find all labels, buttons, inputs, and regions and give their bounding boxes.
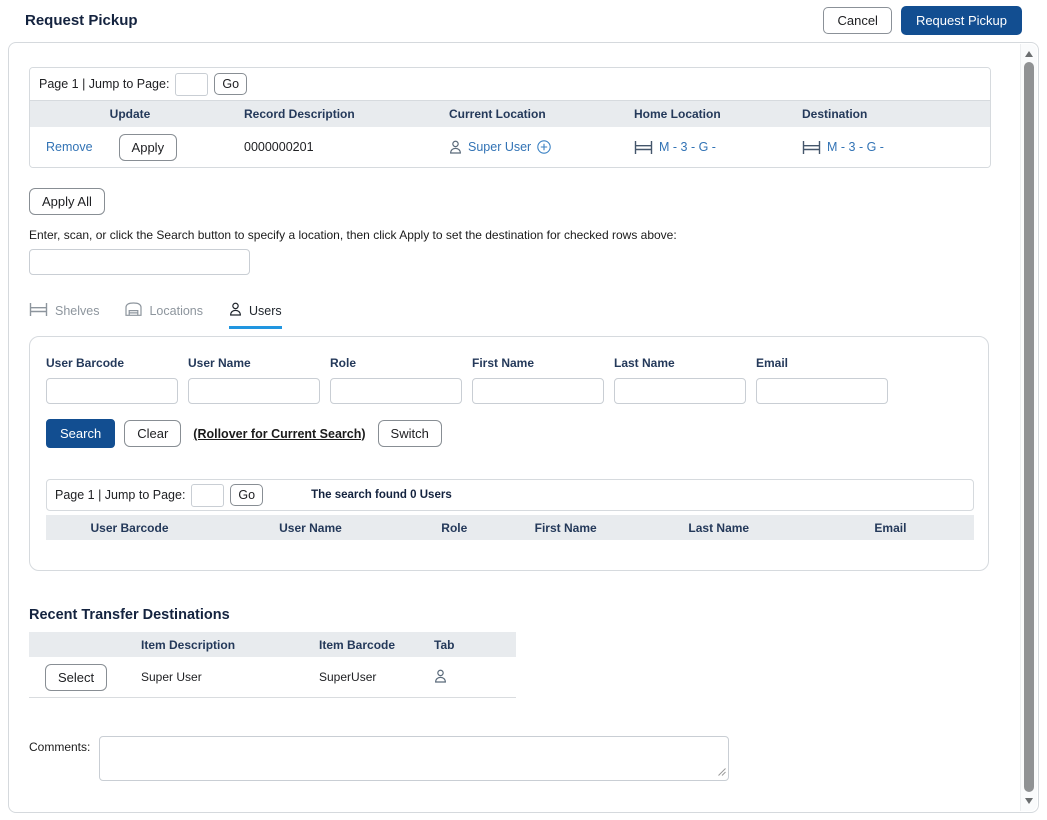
recent-transfer-destinations: Recent Transfer Destinations Item Descri… [29,607,998,698]
results-column-email: Email [807,521,974,535]
results-header-row: User Barcode User Name Role First Name L… [46,515,974,540]
table-row: Select Super User SuperUser [29,657,516,698]
recent-column-item-barcode: Item Barcode [307,638,421,652]
location-instruction: Enter, scan, or click the Search button … [29,228,998,242]
user-search-results: Page 1 | Jump to Page: Go The search fou… [46,479,974,540]
email-input[interactable] [756,378,888,404]
role-label: Role [330,356,462,370]
person-icon [229,302,242,319]
cancel-button[interactable]: Cancel [823,7,891,34]
rollover-current-search-link[interactable]: (Rollover for Current Search) [193,427,365,441]
recent-column-tab: Tab [421,638,516,652]
user-name-label: User Name [188,356,320,370]
remove-link[interactable]: Remove [46,140,93,154]
scrollbar-thumb[interactable] [1024,62,1034,792]
email-label: Email [756,356,888,370]
tab-label: Shelves [55,304,99,318]
column-header-home-location: Home Location [620,101,788,127]
column-header-current-location: Current Location [435,101,620,127]
top-bar: Request Pickup Cancel Request Pickup [0,0,1047,41]
comments-section: Comments: [29,736,998,786]
tab-shelves[interactable]: Shelves [29,302,99,329]
pickup-items-table: Page 1 | Jump to Page: Go Update Record … [29,67,991,168]
request-pickup-page: Request Pickup Cancel Request Pickup Pag… [0,0,1047,820]
section-title: Recent Transfer Destinations [29,607,998,623]
pagination-label: Page 1 | Jump to Page: [55,488,185,502]
results-column-user-barcode: User Barcode [46,521,213,535]
request-pickup-button[interactable]: Request Pickup [901,6,1022,35]
page-title: Request Pickup [25,12,138,29]
results-pagination: Page 1 | Jump to Page: Go The search fou… [46,479,974,511]
results-column-user-name: User Name [213,521,408,535]
tab-users[interactable]: Users [229,302,282,329]
results-summary: The search found 0 Users [311,489,452,501]
first-name-input[interactable] [472,378,604,404]
shelf-icon [634,141,653,154]
comments-textarea[interactable] [99,736,729,781]
destination-link[interactable]: M - 3 - G - [827,140,884,154]
current-location-link[interactable]: Super User [468,140,531,154]
select-button[interactable]: Select [45,664,107,691]
person-icon [449,140,462,154]
tab-locations[interactable]: Locations [125,302,203,329]
apply-button[interactable]: Apply [119,134,178,161]
results-column-role: Role [408,521,501,535]
shelf-icon [29,303,48,319]
tab-label: Locations [149,304,203,318]
column-header-update: Update [30,101,230,127]
archive-icon [125,302,142,319]
switch-button[interactable]: Switch [378,420,442,447]
results-go-button[interactable]: Go [230,484,263,506]
location-type-tabs: Shelves Locations Users [29,302,998,329]
record-description-value: 0000000201 [244,140,314,154]
user-search-fields: User Barcode User Name Role First Name [46,356,988,404]
first-name-label: First Name [472,356,604,370]
plus-circle-icon[interactable] [537,140,551,154]
results-column-last-name: Last Name [631,521,807,535]
location-input[interactable] [29,249,250,275]
user-barcode-label: User Barcode [46,356,178,370]
recent-column-item-description: Item Description [129,638,307,652]
clear-button[interactable]: Clear [124,420,181,447]
user-name-input[interactable] [188,378,320,404]
home-location-link[interactable]: M - 3 - G - [659,140,716,154]
main-panel: Page 1 | Jump to Page: Go Update Record … [8,42,1039,813]
pickup-table-pagination: Page 1 | Jump to Page: Go [30,68,990,101]
item-barcode-value: SuperUser [307,670,421,684]
results-column-first-name: First Name [501,521,631,535]
apply-all-button[interactable]: Apply All [29,188,105,215]
arrow-up-icon[interactable] [1025,51,1033,57]
column-header-destination: Destination [788,101,990,127]
recent-transfers-header-row: Item Description Item Barcode Tab [29,632,516,657]
table-row: Remove Apply 0000000201 Sup [30,127,990,167]
results-jump-to-page-input[interactable] [191,484,224,507]
column-header-record-description: Record Description [230,101,435,127]
last-name-label: Last Name [614,356,746,370]
item-description-value: Super User [129,670,307,684]
search-button[interactable]: Search [46,419,115,448]
vertical-scrollbar[interactable] [1020,44,1037,811]
pickup-table-header-row: Update Record Description Current Locati… [30,101,990,127]
user-barcode-input[interactable] [46,378,178,404]
shelf-icon [802,141,821,154]
go-button[interactable]: Go [214,73,247,95]
user-search-panel: User Barcode User Name Role First Name [29,336,989,571]
comments-label: Comments: [29,740,90,786]
person-icon [434,669,447,683]
role-input[interactable] [330,378,462,404]
arrow-down-icon[interactable] [1025,798,1033,804]
pagination-label: Page 1 | Jump to Page: [39,77,169,91]
last-name-input[interactable] [614,378,746,404]
jump-to-page-input[interactable] [175,73,208,96]
recent-transfers-table: Item Description Item Barcode Tab Select… [29,632,516,698]
tab-label: Users [249,304,282,318]
